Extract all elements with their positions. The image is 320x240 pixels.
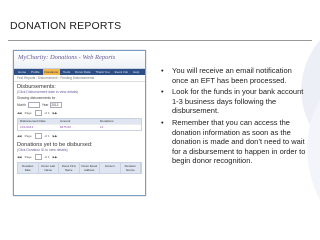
bullet-dot-icon: • [161,87,164,97]
pager-total: of 1 [44,155,50,159]
page-input[interactable] [34,110,42,116]
app-title: MyCharity: Donations - Web Reports [18,54,116,61]
nav-thank-you[interactable]: Thank You [93,69,111,75]
disbursements-table: Disbursement Date Amount Donations 11/1/… [17,118,142,131]
bullet-item: • Remember that you can access the donati… [161,117,306,166]
pager-total: of 1 [44,134,50,138]
nav-tools[interactable]: Tools [61,69,72,75]
slide-title: DONATION REPORTS [10,20,122,32]
bullet-item: • You will receive an email notification … [161,66,292,85]
title-divider [8,40,312,41]
table-row[interactable]: 11/1/2013 $275.00 12 [18,124,141,130]
pager-page-label: Page [24,155,32,159]
col-donation-source: Donation Source [121,163,141,173]
pager: ◀◀ Page of 1 ▶▶ [14,109,145,117]
col-amount: Amount [60,119,71,123]
date-filter: Month Year 2013 [14,101,145,109]
app-header: MyCharity: Donations - Web Reports [14,51,145,69]
pager-last[interactable]: ▶▶ [53,111,58,115]
table-header: Disbursement Date Amount Donations [18,119,141,124]
col-donor-last-name: Donor Last Name [39,163,59,173]
nav-profile[interactable]: Profile [29,69,42,75]
cell-donations: 12 [100,125,104,129]
breadcrumb: Find Reports : Disbursement : Pending Di… [14,75,145,82]
col-donation-date: Donation Date [18,163,39,173]
pager-first[interactable]: ◀◀ [17,134,22,138]
nav-donor-data[interactable]: Donor Data [73,69,92,75]
pager-page-label: Page [24,111,32,115]
bullet-list: • You will receive an email notification … [158,66,308,168]
year-label: Year [41,103,49,107]
col-amount: Amount [100,163,121,173]
main-nav: Home Profile Donations Tools Donor Data … [14,69,145,75]
bullet-item: • Look for the funds in your bank account… [161,87,304,116]
col-donor-email: Donor Email Address [80,163,100,173]
col-donor-first-name: Donor First Name [59,163,80,173]
nav-home[interactable]: Home [16,69,28,75]
pager-first[interactable]: ◀◀ [17,111,22,115]
pager-page-label: Page [24,134,32,138]
bullet-dot-icon: • [161,117,164,127]
pager-bottom: ◀◀ Page of 1 ▶▶ [14,132,145,140]
show-label: Showing disbursements for [17,96,56,100]
disbursements-heading: Disbursements: [17,84,56,90]
nav-help[interactable]: Help [131,69,141,75]
month-select[interactable] [27,102,40,108]
nav-event-info[interactable]: Event Info [113,69,131,75]
pager-last[interactable]: ▶▶ [53,134,58,138]
pending-donations-table-header: Donation Date Donor Last Name Donor Firs… [17,162,142,174]
pager-total: of 1 [44,111,50,115]
page-input[interactable] [34,133,42,139]
pager-first[interactable]: ◀◀ [17,155,22,159]
col-donations: Donations [100,119,114,123]
web-reports-screenshot: MyCharity: Donations - Web Reports Home … [13,50,146,196]
page-input[interactable] [34,154,42,160]
bullet-dot-icon: • [161,66,164,75]
col-disbursement-date: Disbursement Date [20,119,46,123]
cell-date[interactable]: 11/1/2013 [18,125,60,130]
month-label: Month [17,103,26,107]
pending-donations-heading: Donations yet to be disbursed: [17,142,93,148]
year-select[interactable]: 2013 [50,102,63,108]
cell-amount: $275.00 [60,125,71,129]
pager-last[interactable]: ▶▶ [53,155,58,159]
nav-donations[interactable]: Donations [42,69,61,75]
pager-pending: ◀◀ Page of 1 ▶▶ [14,153,145,161]
